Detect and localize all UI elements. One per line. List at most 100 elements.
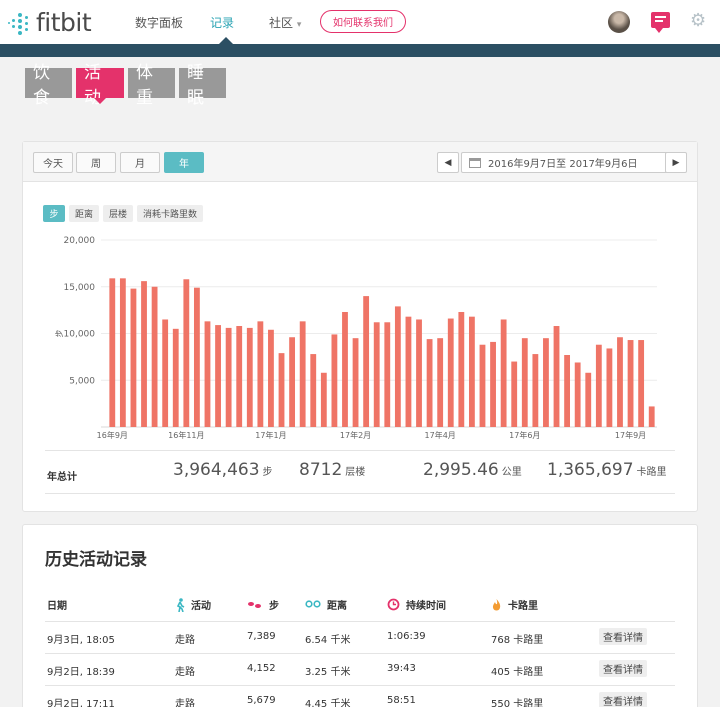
col-activity-header: 活动 xyxy=(175,597,211,612)
flame-icon xyxy=(492,598,501,610)
nav-log[interactable]: 记录 xyxy=(210,14,234,31)
chart-bar xyxy=(585,372,592,427)
row-divider xyxy=(45,653,675,654)
chart-bar xyxy=(521,338,528,427)
chart-bar xyxy=(437,338,444,427)
row-date: 9月2日, 17:11 xyxy=(47,699,115,707)
chart-bar xyxy=(299,321,306,427)
col-activity-label: 活动 xyxy=(191,601,211,612)
nav-community[interactable]: 社区 ▾ xyxy=(269,14,301,31)
x-tick-label: 16年11月 xyxy=(168,430,204,440)
row-activity: 走路 xyxy=(175,667,195,678)
avatar[interactable] xyxy=(608,11,630,33)
total-distance-unit: 公里 xyxy=(501,467,522,478)
col-distance-label: 距离 xyxy=(327,601,347,612)
nav-community-label: 社区 xyxy=(269,16,294,30)
total-steps-unit: 步 xyxy=(262,467,273,478)
steps-bar-chart: 20,000 15,000 10,000 5,000 步 16年9月 16年11月 17年1月… xyxy=(55,236,657,440)
chart-bar xyxy=(574,362,581,427)
chart-bar xyxy=(119,278,126,427)
history-title: 历史活动记录 xyxy=(45,550,147,570)
totals-divider-top xyxy=(45,450,675,451)
col-distance-header: 距离 xyxy=(305,597,347,612)
chart-bar xyxy=(490,341,496,427)
total-distance-value: 2,995.46 xyxy=(423,460,499,480)
top-nav: fitbit 数字面板 记录 社区 ▾ 如何联系我们 ⚙ xyxy=(0,0,720,44)
distance-icon xyxy=(305,599,321,608)
total-distance: 2,995.46 公里 xyxy=(423,460,522,480)
view-details-button[interactable]: 查看详情 xyxy=(599,660,647,677)
total-steps: 3,964,463 步 xyxy=(173,460,273,480)
total-calories-unit: 卡路里 xyxy=(636,467,667,478)
row-steps: 7,389 xyxy=(247,631,276,642)
chart-bar xyxy=(215,325,221,427)
row-steps: 5,679 xyxy=(247,695,276,706)
total-floors-unit: 层楼 xyxy=(345,467,366,478)
total-floors: 8712 层楼 xyxy=(299,460,365,480)
tab-activity[interactable]: 活动 xyxy=(76,63,124,108)
chart-bar xyxy=(130,288,137,427)
x-tick-label: 17年6月 xyxy=(509,430,540,440)
history-header-divider xyxy=(45,621,675,622)
col-calories-header: 卡路里 xyxy=(491,597,538,612)
chart-bar xyxy=(543,338,549,427)
total-calories-value: 1,365,697 xyxy=(547,460,634,480)
x-tick-label: 17年4月 xyxy=(425,430,456,440)
x-tick-label: 17年1月 xyxy=(255,430,286,440)
row-calories: 405 卡路里 xyxy=(491,667,544,678)
y-axis-label: 步 xyxy=(55,330,64,338)
chart-bar xyxy=(500,319,507,427)
tab-weight[interactable]: 体重 xyxy=(128,63,175,108)
chart-bar xyxy=(648,406,655,427)
chart-bar xyxy=(479,344,486,427)
activity-chart-card: 今天 周 月 年 ◀ 2016年9月7日至 2017年9月6日 ▶ 步 距离 层… xyxy=(22,141,698,512)
y-tick-label: 15,000 xyxy=(64,283,96,293)
view-details-button[interactable]: 查看详情 xyxy=(599,692,647,707)
tab-sleep[interactable]: 睡眠 xyxy=(179,63,226,108)
chart-bar xyxy=(225,327,232,427)
chart-bar xyxy=(151,286,158,427)
chart-bar xyxy=(394,306,401,427)
chart-bar xyxy=(268,329,274,427)
footsteps-icon xyxy=(248,601,261,608)
row-divider xyxy=(45,685,675,686)
tab-food[interactable]: 饮食 xyxy=(25,63,72,108)
gear-icon[interactable]: ⚙ xyxy=(690,12,706,30)
nav-dashboard[interactable]: 数字面板 xyxy=(135,14,183,31)
chart-bar xyxy=(447,318,454,427)
total-steps-value: 3,964,463 xyxy=(173,460,260,480)
chart-bar xyxy=(204,321,211,427)
row-distance: 6.54 千米 xyxy=(305,635,351,646)
chart-bar xyxy=(564,355,571,427)
col-steps-label: 步 xyxy=(269,601,279,612)
chart-bar xyxy=(405,316,412,427)
col-duration-header: 持续时间 xyxy=(387,597,446,612)
message-icon[interactable] xyxy=(651,12,670,33)
x-tick-label: 16年9月 xyxy=(97,430,128,440)
chart-bar xyxy=(172,328,179,427)
row-date: 9月3日, 18:05 xyxy=(47,635,115,646)
col-duration-label: 持续时间 xyxy=(406,601,446,612)
logo-text: fitbit xyxy=(36,8,92,37)
row-calories: 550 卡路里 xyxy=(491,699,544,707)
totals-label: 年总计 xyxy=(47,472,77,483)
active-nav-indicator xyxy=(218,37,234,45)
chart-bar xyxy=(468,316,475,427)
col-calories-label: 卡路里 xyxy=(508,601,538,612)
chart-bar xyxy=(246,327,253,427)
chart-bar xyxy=(426,339,433,427)
chart-bar xyxy=(638,340,645,427)
active-tab-indicator xyxy=(94,98,106,104)
row-activity: 走路 xyxy=(175,699,195,707)
contact-us-button[interactable]: 如何联系我们 xyxy=(320,10,406,33)
chart-bar xyxy=(416,319,422,427)
activity-history-card: 历史活动记录 日期 活动 步 距离 持续时间 卡路里 9月3日, 18:05 走… xyxy=(22,524,698,707)
chart-bar xyxy=(310,354,317,427)
fitbit-logo[interactable]: fitbit xyxy=(8,8,92,37)
view-details-button[interactable]: 查看详情 xyxy=(599,628,647,645)
chart-bar xyxy=(331,334,338,427)
chart-bar xyxy=(511,361,518,427)
chart-bar xyxy=(352,338,359,427)
row-activity: 走路 xyxy=(175,635,195,646)
chart-bar xyxy=(162,319,169,427)
